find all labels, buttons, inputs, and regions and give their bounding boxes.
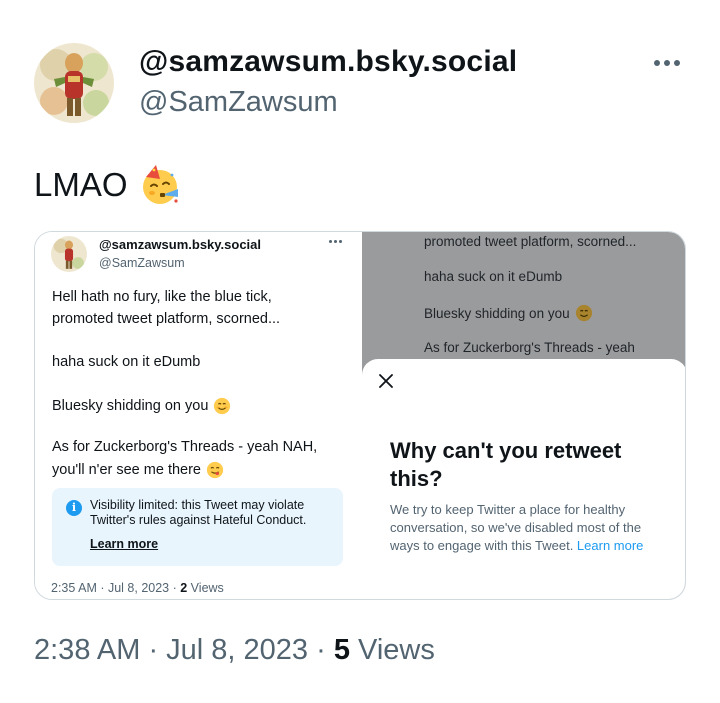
author-handle[interactable]: @SamZawsum xyxy=(139,86,338,119)
dimmed-line: haha suck on it eDumb xyxy=(424,269,563,284)
smiling-face-emoji-icon xyxy=(575,304,592,322)
quoted-line: promoted tweet platform, scorned... xyxy=(52,311,281,327)
quoted-tweet-panel: @samzawsum.bsky.social @SamZawsum Hell h… xyxy=(35,232,362,599)
quoted-author-name: @samzawsum.bsky.social xyxy=(99,237,262,252)
quoted-line-text: Bluesky shidding on you xyxy=(52,398,209,414)
sheet-body: We try to keep Twitter a place for healt… xyxy=(390,502,644,553)
partying-face-emoji-icon xyxy=(142,165,178,204)
quoted-line: you'll n'er see me there xyxy=(52,461,224,479)
author-avatar[interactable] xyxy=(34,43,114,123)
quoted-author-avatar xyxy=(51,236,87,272)
sheet-title: Why can't you retweet this? xyxy=(390,438,622,491)
dot xyxy=(664,60,670,66)
retweet-dialog-panel: promoted tweet platform, scorned... haha… xyxy=(362,232,685,599)
learn-more-link: Learn more xyxy=(90,537,159,551)
more-options-icon[interactable] xyxy=(650,50,684,76)
dimmed-line: promoted tweet platform, scorned... xyxy=(424,234,637,249)
smiling-face-emoji-icon xyxy=(214,397,231,415)
dimmed-line-text: Bluesky shidding on you xyxy=(424,305,570,321)
info-icon: i xyxy=(66,500,82,516)
yum-face-emoji-icon xyxy=(206,461,224,479)
quoted-line: Bluesky shidding on you xyxy=(52,397,231,415)
tweet-text-content: LMAO xyxy=(34,166,128,203)
quoted-line: As for Zuckerborg's Threads - yeah NAH, xyxy=(52,439,318,455)
dot xyxy=(674,60,680,66)
views-count: 5 xyxy=(333,634,350,666)
dot xyxy=(654,60,660,66)
tweet-timestamp[interactable]: 2:38 AM · Jul 8, 2023 · 5 Views xyxy=(34,634,435,667)
tweet-text: LMAO xyxy=(34,163,182,207)
painted-figure-avatar-icon xyxy=(51,236,87,272)
close-icon xyxy=(379,374,393,388)
learn-more-link: Learn more xyxy=(576,538,644,553)
quoted-line: Hell hath no fury, like the blue tick, xyxy=(52,289,272,305)
quoted-timestamp: 2:35 AM · Jul 8, 2023 · 2 Views xyxy=(51,581,224,595)
retweet-info-sheet: Why can't you retweet this? We try to ke… xyxy=(362,359,685,599)
dimmed-line: Bluesky shidding on you xyxy=(424,304,593,322)
visibility-notice: i Visibility limited: this Tweet may vio… xyxy=(52,488,343,566)
more-options-icon xyxy=(329,240,342,243)
attached-screenshot[interactable]: @samzawsum.bsky.social @SamZawsum Hell h… xyxy=(34,231,686,600)
dimmed-line: As for Zuckerborg's Threads - yeah xyxy=(424,340,635,355)
author-display-name[interactable]: @samzawsum.bsky.social xyxy=(139,45,517,79)
quoted-line: haha suck on it eDumb xyxy=(52,354,201,370)
quoted-author-handle: @SamZawsum xyxy=(99,256,185,270)
quoted-line-text: you'll n'er see me there xyxy=(52,462,202,478)
notice-text: Visibility limited: this Tweet may viola… xyxy=(90,498,307,527)
painted-figure-avatar-icon xyxy=(34,43,114,123)
